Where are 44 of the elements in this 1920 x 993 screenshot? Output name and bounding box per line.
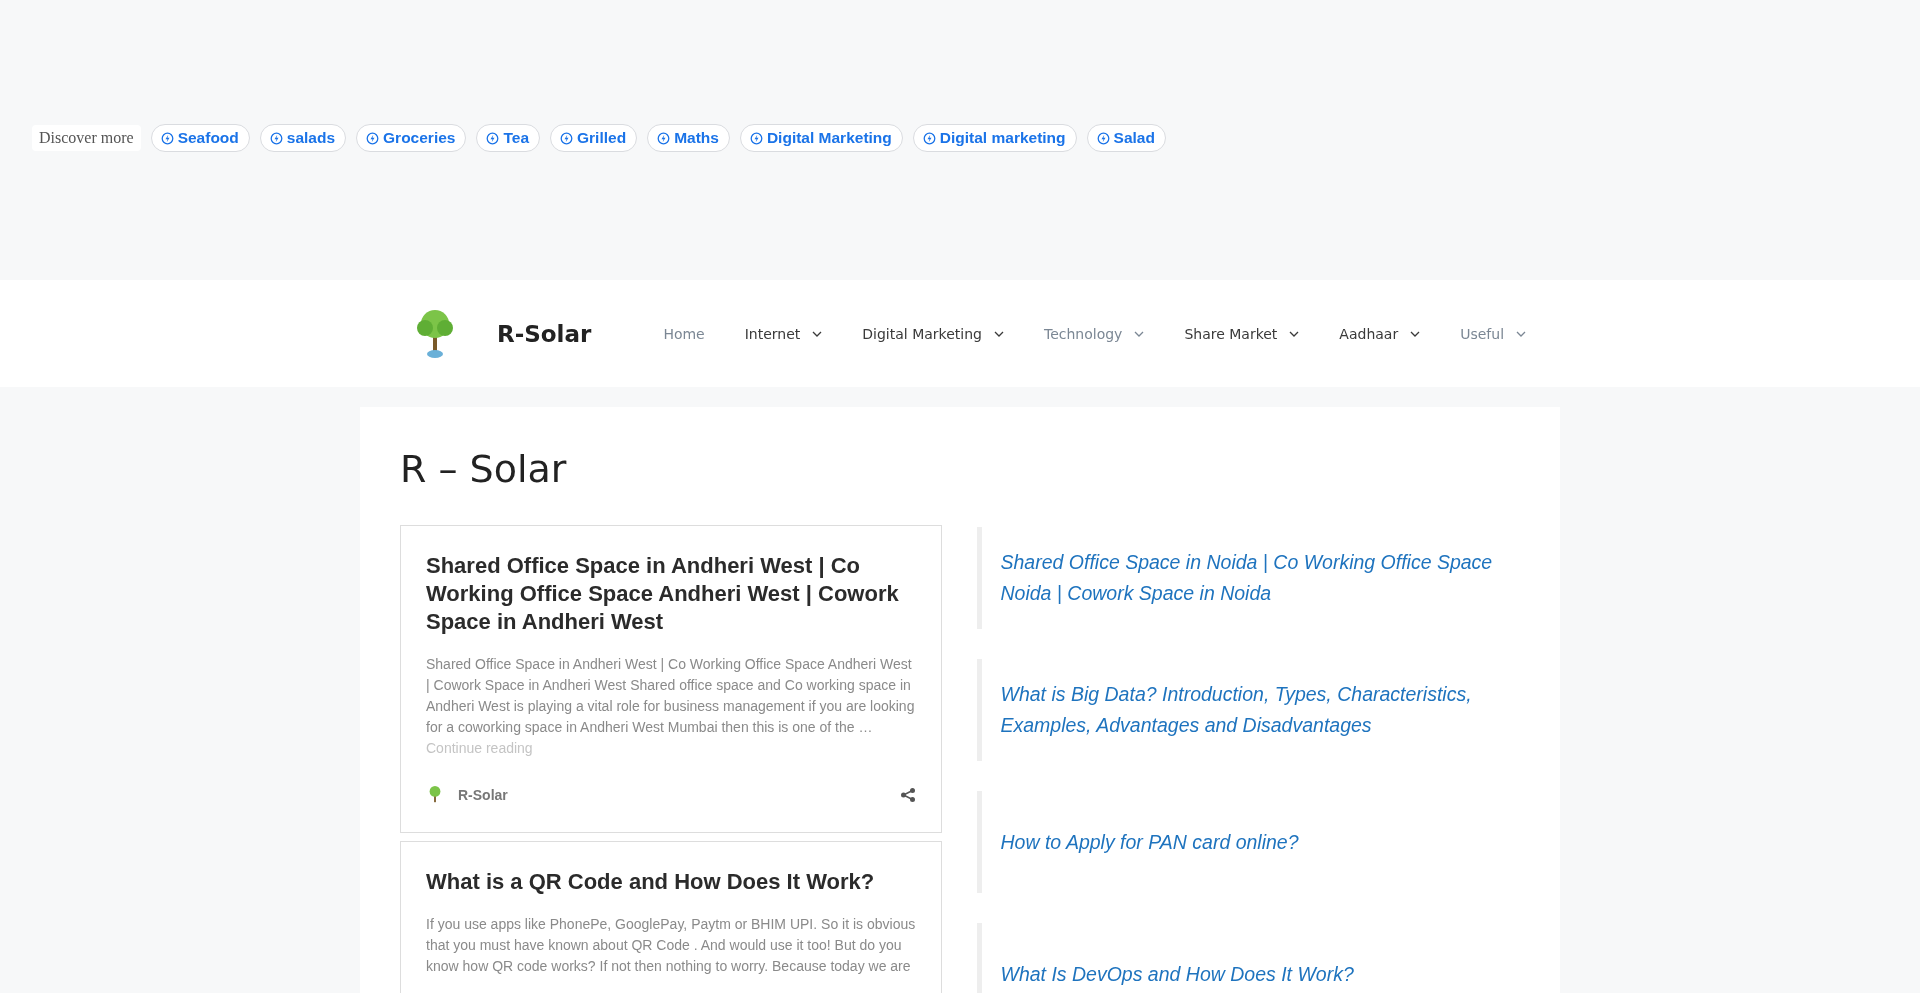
- page-title: R – Solar: [400, 447, 568, 491]
- post-excerpt: If you use apps like PhonePe, GooglePay, Paytm or BHIM UPI. So it is obvious that you must have known about QR Code . And would use it too! But do you know how QR code works? If not then nothing to worry. Because today we are: [426, 915, 916, 976]
- bolt-circle-icon: [486, 131, 500, 145]
- topic-chip[interactable]: Grilled: [550, 124, 638, 152]
- site-title[interactable]: R-Solar: [497, 320, 592, 347]
- nav-link[interactable]: Digital Marketing: [842, 325, 1024, 342]
- topic-chip[interactable]: Digital marketing: [912, 124, 1077, 152]
- author-name[interactable]: R-Solar: [458, 787, 508, 803]
- bolt-circle-icon: [366, 131, 380, 145]
- post-link[interactable]: How to Apply for PAN card online?: [1000, 826, 1299, 858]
- topic-chip[interactable]: Digital Marketing: [739, 124, 903, 152]
- chevron-down-icon: [812, 330, 823, 337]
- post-link[interactable]: What is Big Data? Introduction, Types, Characteristics, Examples, Advantages and Disadvantages: [1000, 679, 1500, 741]
- bolt-circle-icon: [749, 131, 763, 145]
- nav-link[interactable]: Share Market: [1164, 325, 1320, 342]
- bolt-circle-icon: [1096, 131, 1110, 145]
- nav-link[interactable]: Home: [643, 325, 725, 342]
- chevron-down-icon: [1289, 330, 1300, 337]
- topic-chip[interactable]: salads: [259, 124, 347, 152]
- topic-chip[interactable]: Salad: [1086, 124, 1166, 152]
- post-excerpt: Shared Office Space in Andheri West | Co Working Office Space Andheri West | Cowork Space in Andheri West Shared office space and Co working space in Andheri West is playing a vital role for business management if you are looking for a coworking space in Andheri West Mumbai then this is one of the …: [426, 655, 916, 737]
- nav-link[interactable]: Internet: [724, 325, 843, 342]
- topic-chip[interactable]: Tea: [476, 124, 540, 152]
- post-title[interactable]: What is a QR Code and How Does It Work?: [426, 868, 916, 896]
- nav-link[interactable]: Useful: [1440, 325, 1547, 342]
- topic-chip[interactable]: Seafood: [150, 124, 250, 152]
- chevron-down-icon: [1410, 330, 1421, 337]
- nav-link[interactable]: Technology: [1023, 325, 1165, 342]
- post-link[interactable]: Shared Office Space in Noida | Co Working Office Space Noida | Cowork Space in Noida: [1000, 547, 1500, 609]
- nav-link[interactable]: Aadhaar: [1319, 325, 1441, 342]
- post-link[interactable]: What Is DevOps and How Does It Work?: [1000, 958, 1354, 990]
- topic-chip[interactable]: Groceries: [356, 124, 467, 152]
- bolt-circle-icon: [657, 131, 671, 145]
- discover-more-label: Discover more: [32, 125, 141, 151]
- topic-chip[interactable]: Maths: [647, 124, 730, 152]
- bolt-circle-icon: [269, 131, 283, 145]
- chevron-down-icon: [1134, 330, 1145, 337]
- post-title[interactable]: Shared Office Space in Andheri West | Co Working Office Space Andheri West | Cowork Space in Andheri West: [426, 552, 916, 636]
- chevron-down-icon: [993, 330, 1004, 337]
- bolt-circle-icon: [160, 131, 174, 145]
- share-icon[interactable]: [899, 787, 916, 803]
- chevron-down-icon: [1516, 330, 1527, 337]
- bolt-circle-icon: [560, 131, 573, 145]
- bolt-circle-icon: [922, 131, 936, 145]
